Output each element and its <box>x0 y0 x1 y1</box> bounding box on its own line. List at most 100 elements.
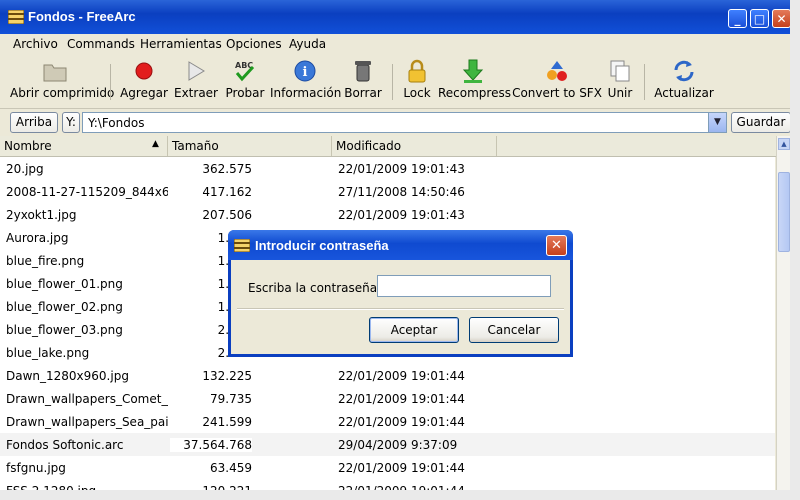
chevron-down-icon[interactable]: ▼ <box>708 113 726 132</box>
maximize-button[interactable]: □ <box>750 9 769 28</box>
file-name: blue_flower_02.png <box>6 300 123 314</box>
toolbar-separator <box>644 64 645 100</box>
menu-bar: Archivo Commands Herramientas Opciones A… <box>0 34 800 54</box>
trash-icon <box>355 61 371 82</box>
file-date: 22/01/2009 19:01:43 <box>338 208 465 222</box>
path-value: Y:\Fondos <box>88 116 145 130</box>
address-bar: Arriba Y: Y:\Fondos ▼ Guardar <box>0 110 800 136</box>
dialog-title: Introducir contraseña <box>255 238 389 253</box>
list-header: Nombre ▲ Tamaño Modificado <box>0 136 780 157</box>
toolbar-separator <box>110 64 111 100</box>
recompress-button[interactable]: Recompress <box>438 58 511 106</box>
window-frame-right <box>790 0 800 500</box>
up-button[interactable]: Arriba <box>10 112 58 133</box>
abc-check-icon: ABC <box>235 61 255 82</box>
drive-button[interactable]: Y: <box>62 112 80 133</box>
file-name: Drawn_wallpapers_Comet__fa <box>6 392 168 406</box>
file-size: 132.225 <box>202 369 252 383</box>
file-size: 63.459 <box>210 461 252 475</box>
file-name: blue_fire.png <box>6 254 85 268</box>
file-date: 22/01/2009 19:01:44 <box>338 392 465 406</box>
freearc-window: Fondos - FreeArc _ □ ✕ Archivo Commands … <box>0 0 800 500</box>
menu-archivo[interactable]: Archivo <box>13 37 58 51</box>
extract-button[interactable]: Extraer <box>174 58 218 106</box>
file-row[interactable]: Drawn_wallpapers_Comet__fa 79.735 22/01/20… <box>0 387 775 410</box>
file-date: 22/01/2009 19:01:43 <box>338 162 465 176</box>
window-frame-bottom <box>0 490 800 500</box>
refresh-button[interactable]: Actualizar <box>654 58 714 106</box>
info-icon: i <box>294 60 316 82</box>
file-size: 79.735 <box>210 392 252 406</box>
vertical-scrollbar[interactable]: ▲ <box>776 136 791 500</box>
file-size: 207.506 <box>202 208 252 222</box>
convert-icon <box>547 61 567 81</box>
window-title: Fondos - FreeArc <box>28 9 136 24</box>
freearc-app-icon <box>234 239 250 252</box>
file-date: 22/01/2009 19:01:44 <box>338 461 465 475</box>
file-row[interactable]: Drawn_wallpapers_Sea_painti 241.599 22/01/… <box>0 410 775 433</box>
file-date: 22/01/2009 19:01:44 <box>338 369 465 383</box>
file-row[interactable]: fsfgnu.jpg 63.459 22/01/2009 19:01:44 <box>0 456 775 479</box>
toolbar: Abrir comprimido Agregar Extraer ABC Pro… <box>0 54 800 109</box>
cancel-button[interactable]: Cancelar <box>469 317 559 343</box>
file-row[interactable]: 2yxokt1.jpg 207.506 22/01/2009 19:01:43 <box>0 203 775 226</box>
save-button[interactable]: Guardar <box>731 112 791 133</box>
dialog-close-button[interactable]: ✕ <box>546 235 567 256</box>
file-name: blue_flower_03.png <box>6 323 123 337</box>
file-date: 22/01/2009 19:01:44 <box>338 415 465 429</box>
play-icon <box>188 61 205 81</box>
file-name: Dawn_1280x960.jpg <box>6 369 129 383</box>
file-name: Fondos Softonic.arc <box>6 438 124 452</box>
toolbar-separator <box>392 64 393 100</box>
dialog-title-bar: Introducir contraseña ✕ <box>228 230 573 260</box>
password-dialog: Introducir contraseña ✕ Escriba la contr… <box>228 230 573 357</box>
red-dot-icon <box>135 62 153 80</box>
file-size: 362.575 <box>202 162 252 176</box>
accept-button[interactable]: Aceptar <box>369 317 459 343</box>
column-header-filler <box>497 136 780 156</box>
scroll-up-icon[interactable]: ▲ <box>778 138 790 150</box>
close-button[interactable]: ✕ <box>772 9 791 28</box>
file-row[interactable]: 20.jpg 362.575 22/01/2009 19:01:43 <box>0 157 775 180</box>
open-archive-button[interactable]: Abrir comprimido <box>10 58 114 106</box>
column-header-date[interactable]: Modificado <box>332 136 497 156</box>
add-button[interactable]: Agregar <box>120 58 168 106</box>
sort-ascending-icon: ▲ <box>152 139 159 149</box>
column-header-size[interactable]: Tamaño <box>168 136 332 156</box>
menu-opciones[interactable]: Opciones <box>226 37 282 51</box>
refresh-icon <box>674 60 694 82</box>
file-name: Aurora.jpg <box>6 231 69 245</box>
menu-commands[interactable]: Commands <box>67 37 135 51</box>
file-date: 27/11/2008 14:50:46 <box>338 185 465 199</box>
path-combobox[interactable]: Y:\Fondos ▼ <box>82 112 727 133</box>
test-button[interactable]: ABC Probar <box>224 58 266 106</box>
svg-text:i: i <box>303 65 308 80</box>
title-bar: Fondos - FreeArc _ □ ✕ <box>0 0 800 34</box>
file-name: 20.jpg <box>6 162 44 176</box>
minimize-button[interactable]: _ <box>728 9 747 28</box>
menu-herramientas[interactable]: Herramientas <box>140 37 222 51</box>
folder-icon <box>43 64 67 82</box>
file-row[interactable]: 2008-11-27-115209_844x674_ 417.162 27/11/2… <box>0 180 775 203</box>
password-label: Escriba la contraseña: <box>248 281 382 295</box>
scrollbar-thumb[interactable] <box>778 172 790 252</box>
file-name: Drawn_wallpapers_Sea_painti <box>6 415 168 429</box>
file-name: fsfgnu.jpg <box>6 461 66 475</box>
merge-button[interactable]: Unir <box>604 58 636 106</box>
file-date: 29/04/2009 9:37:09 <box>338 438 458 452</box>
dialog-body: Escriba la contraseña: Aceptar Cancelar <box>231 260 570 354</box>
lock-button[interactable]: Lock <box>400 58 434 106</box>
column-header-name[interactable]: Nombre ▲ <box>0 136 168 156</box>
freearc-app-icon <box>8 10 24 24</box>
file-row[interactable]: Dawn_1280x960.jpg 132.225 22/01/2009 19:01… <box>0 364 775 387</box>
menu-ayuda[interactable]: Ayuda <box>289 37 326 51</box>
convert-to-sfx-button[interactable]: Convert to SFX <box>512 58 602 106</box>
file-size: 417.162 <box>202 185 252 199</box>
info-button[interactable]: i Información <box>270 58 341 106</box>
file-row[interactable]: Fondos Softonic.arc 37.564.768 29/04/2009 … <box>0 433 775 456</box>
password-input[interactable] <box>377 275 551 297</box>
dialog-divider <box>237 308 564 310</box>
delete-button[interactable]: Borrar <box>342 58 384 106</box>
lock-icon <box>408 59 426 83</box>
file-name: 2yxokt1.jpg <box>6 208 77 222</box>
